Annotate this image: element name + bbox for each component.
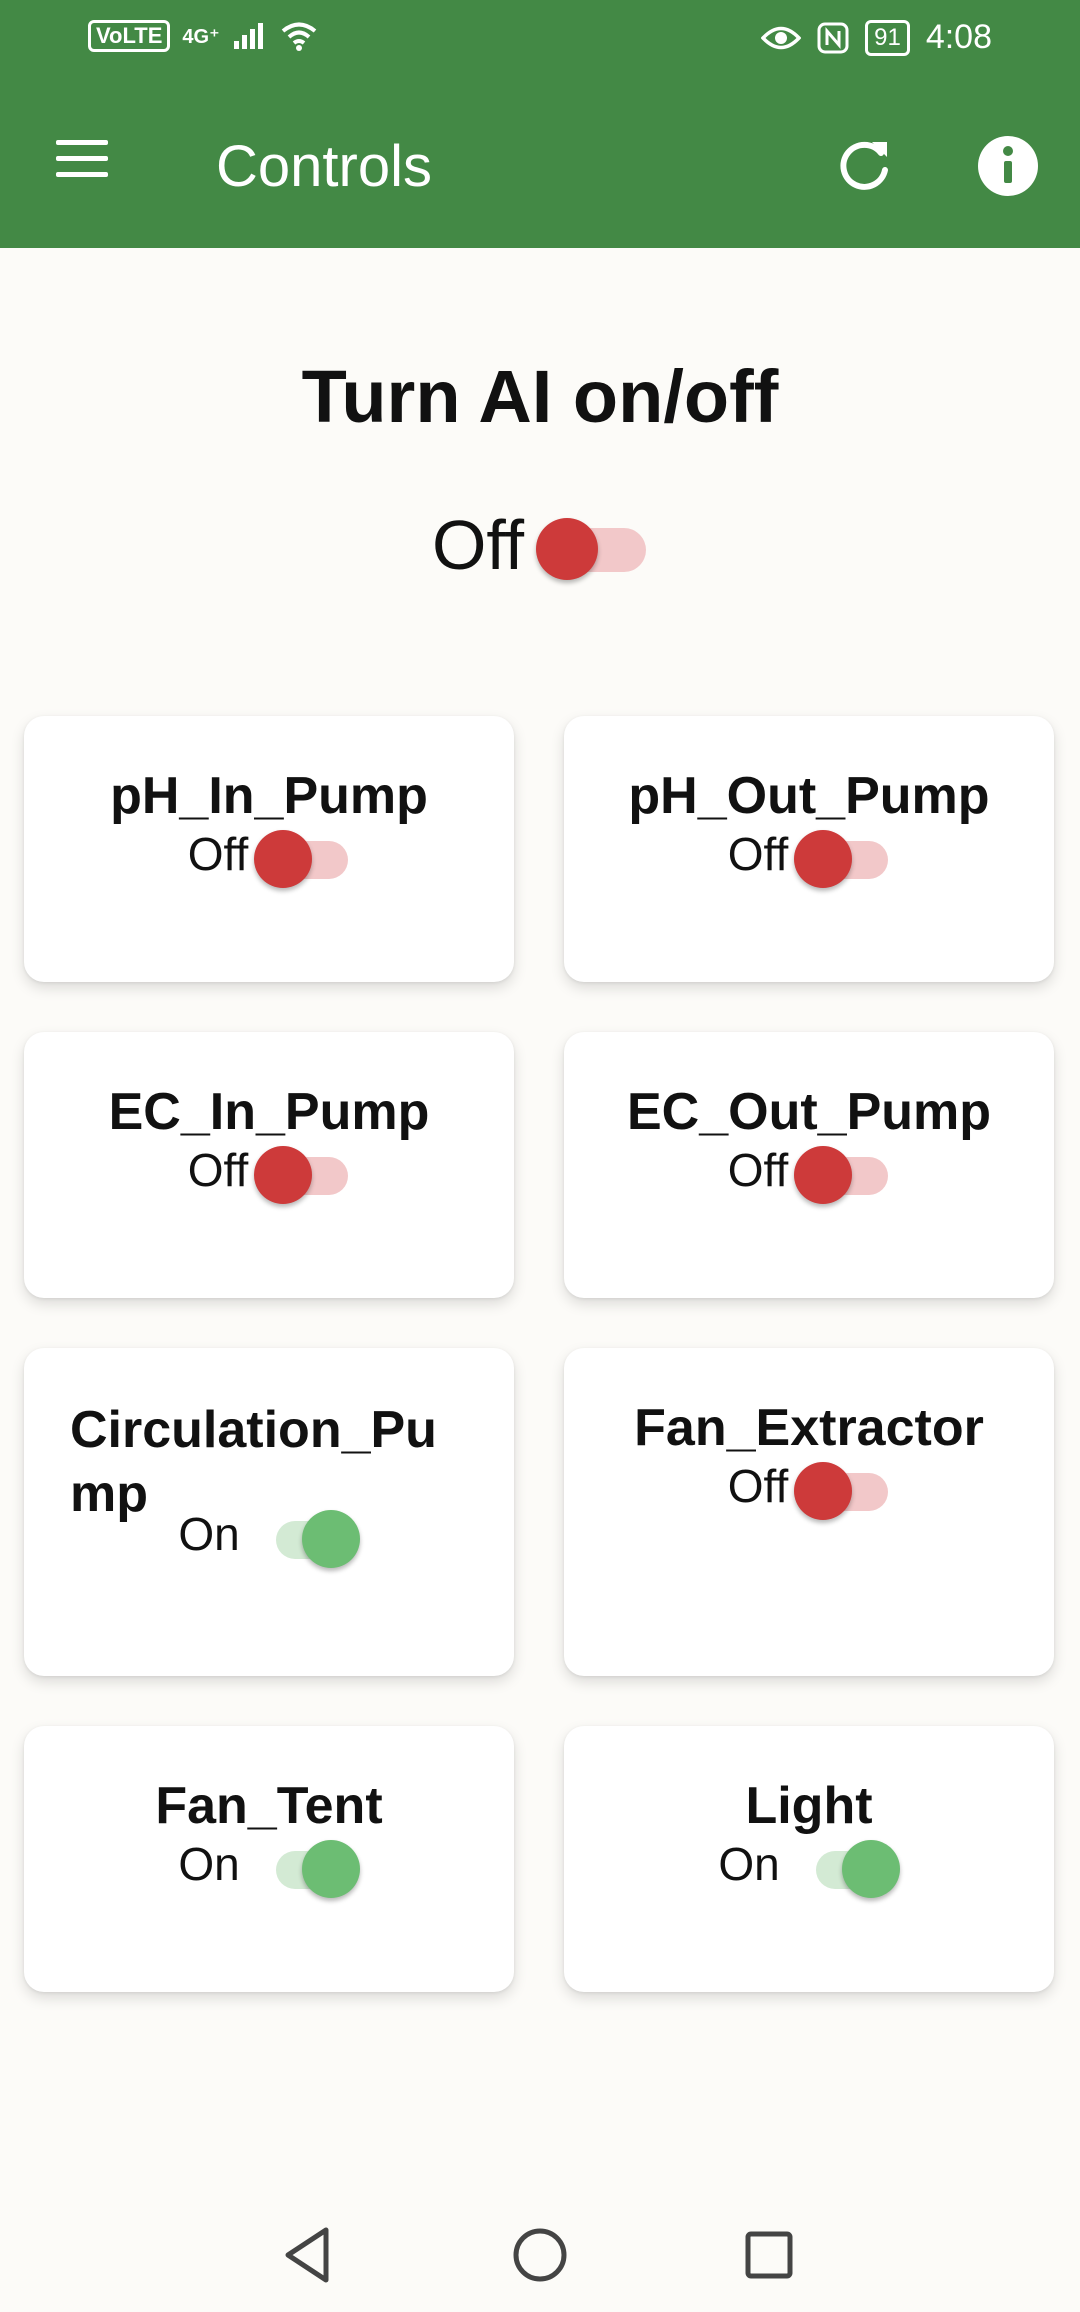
control-state-label: Off	[727, 1460, 789, 1512]
refresh-icon	[840, 141, 888, 190]
control-card-circulation-pump: Circulation_Pu mp On	[24, 1348, 514, 1676]
ec-out-pump-switch[interactable]	[794, 1140, 890, 1204]
top-bar: VoLTE 4G⁺ 91 4:08 Controls	[0, 0, 1080, 248]
battery-level: 91	[865, 19, 910, 56]
control-state-label: Off	[187, 828, 249, 880]
circulation-pump-switch[interactable]	[264, 1504, 360, 1568]
recents-icon	[745, 2231, 793, 2279]
switch-thumb	[254, 830, 313, 888]
eye-icon	[761, 26, 802, 49]
menu-icon-line	[56, 172, 108, 177]
nfc-icon	[817, 22, 849, 53]
system-nav-bar	[0, 2196, 1080, 2312]
app-bar: Controls	[0, 82, 1080, 248]
switch-thumb	[254, 1146, 313, 1204]
page-title: Controls	[216, 134, 432, 199]
control-toggle-row: Off	[564, 814, 1054, 894]
switch-thumb	[841, 1840, 900, 1898]
ai-toggle-row: Off	[0, 505, 1080, 585]
recents-button[interactable]	[734, 2220, 804, 2290]
menu-icon	[56, 140, 108, 145]
clock: 4:08	[925, 18, 992, 56]
refresh-button[interactable]	[832, 134, 898, 200]
control-card-ph-out-pump: pH_Out_Pump Off	[564, 716, 1054, 982]
control-toggle-row: Off	[564, 1130, 1054, 1210]
fan-extractor-switch[interactable]	[794, 1456, 890, 1520]
control-state-label: On	[178, 1838, 240, 1890]
back-icon	[285, 2227, 329, 2283]
menu-button[interactable]	[52, 136, 112, 182]
switch-thumb	[536, 518, 599, 580]
ai-section-title: Turn AI on/off	[301, 355, 779, 438]
ec-in-pump-switch[interactable]	[254, 1140, 350, 1204]
control-toggle-row: Off	[564, 1446, 1054, 1526]
control-toggle-row: On	[24, 1494, 514, 1574]
home-icon	[513, 2228, 567, 2282]
status-bar: VoLTE 4G⁺ 91 4:08	[0, 0, 1080, 82]
control-toggle-row: On	[24, 1824, 514, 1904]
control-card-ec-in-pump: EC_In_Pump Off	[24, 1032, 514, 1298]
ai-state-label: Off	[431, 506, 525, 584]
info-button[interactable]	[976, 134, 1040, 198]
status-right: 91 4:08	[761, 18, 992, 57]
control-card-fan-extractor: Fan_Extractor Off	[564, 1348, 1054, 1676]
control-state-label: On	[178, 1508, 240, 1560]
control-state-label: Off	[727, 1144, 789, 1196]
status-left: VoLTE 4G⁺	[88, 20, 318, 52]
switch-thumb	[301, 1840, 360, 1898]
fan-tent-switch[interactable]	[264, 1834, 360, 1898]
control-state-label: Off	[187, 1144, 249, 1196]
ph-in-pump-switch[interactable]	[254, 824, 350, 888]
back-button[interactable]	[274, 2220, 344, 2290]
wifi-icon	[281, 22, 316, 51]
switch-thumb	[794, 1462, 853, 1520]
control-toggle-row: On	[564, 1824, 1054, 1904]
control-toggle-row: Off	[24, 814, 514, 894]
ph-out-pump-switch[interactable]	[794, 824, 890, 888]
switch-thumb	[301, 1510, 360, 1568]
info-icon	[978, 136, 1038, 196]
control-card-ph-in-pump: pH_In_Pump Off	[24, 716, 514, 982]
control-card-light: Light On	[564, 1726, 1054, 1992]
control-state-label: Off	[727, 828, 789, 880]
menu-icon-line	[56, 156, 108, 161]
switch-thumb	[794, 830, 853, 888]
control-card-ec-out-pump: EC_Out_Pump Off	[564, 1032, 1054, 1298]
ai-toggle-switch[interactable]	[536, 510, 648, 580]
control-card-fan-tent: Fan_Tent On	[24, 1726, 514, 1992]
light-switch[interactable]	[804, 1834, 900, 1898]
volte-badge: VoLTE	[88, 20, 171, 52]
control-toggle-row: Off	[24, 1130, 514, 1210]
signal-icon	[233, 23, 263, 49]
network-type: 4G⁺	[182, 25, 220, 48]
control-state-label: On	[718, 1838, 780, 1890]
home-button[interactable]	[505, 2220, 575, 2290]
switch-thumb	[794, 1146, 853, 1204]
